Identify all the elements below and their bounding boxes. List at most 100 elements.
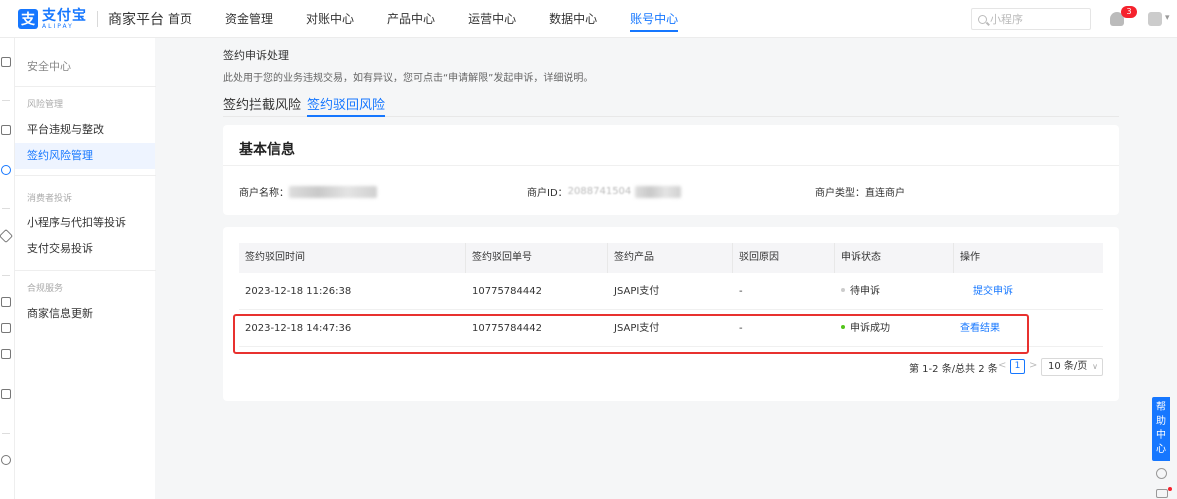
rail-divider [2,208,10,209]
menu-security-center[interactable]: 安全中心 [27,58,71,74]
pagination-next[interactable]: > [1029,360,1037,371]
rail-divider [2,275,10,276]
topnav-reconciliation[interactable]: 对账中心 [306,0,354,38]
user-icon[interactable] [1,455,11,465]
basic-info-card: 基本信息 商户名称： 商户ID： 2088741504 商户类型： 直连商户 [223,125,1119,215]
tab-signing-intercept[interactable]: 签约拦截风险 [223,94,301,117]
column-header-reason: 驳回原因 [733,243,835,273]
document-icon[interactable] [1,125,11,135]
tab-signing-reject[interactable]: 签约驳回风险 [307,94,386,117]
status-text: 待申诉 [850,286,880,297]
alipay-logo[interactable]: 支 支付宝 ALIPAY 商家平台 [18,8,164,30]
menu-item-violations[interactable]: 平台违规与整改 [15,117,155,143]
search-box[interactable] [971,8,1091,30]
table-header: 签约驳回时间 签约驳回单号 签约产品 驳回原因 申诉状态 操作 [239,243,1103,273]
check-icon[interactable] [1,297,11,307]
menu-item-signing-risk[interactable]: 签约风险管理 [15,143,155,169]
table-row: 2023-12-18 14:47:36 10775784442 JSAPI支付 … [239,310,1103,347]
platform-name: 商家平台 [108,12,164,28]
help-char: 中 [1156,430,1166,441]
unread-dot [1168,487,1172,491]
calendar-icon[interactable] [1,323,11,333]
column-header-order-no: 签约驳回单号 [466,243,608,273]
merchant-name-label: 商户名称： [239,188,289,199]
topnav-products[interactable]: 产品中心 [387,0,435,38]
tab-bar: 签约拦截风险 签约驳回风险 [223,90,1119,117]
logo-cn: 支付宝 [42,7,87,24]
message-icon[interactable] [1156,489,1168,498]
menu-item-merchant-info[interactable]: 商家信息更新 [15,301,155,327]
headset-icon[interactable] [1156,468,1167,479]
logo-en: ALIPAY [42,22,74,30]
topnav-data[interactable]: 数据中心 [549,0,597,38]
page-description: 此处用于您的业务违规交易，如有异议，您可点击“申请解限”发起申诉，详细说明。 [223,73,594,84]
status-dot [841,325,845,329]
menu-divider [15,270,156,271]
avatar[interactable] [1148,12,1162,26]
icon-rail [0,38,14,499]
column-header-product: 签约产品 [608,243,733,273]
merchant-id: 商户ID： 2088741504 [527,184,682,199]
row-time: 2023-12-18 14:47:36 [245,323,352,334]
topnav-home[interactable]: 首页 [168,0,192,38]
top-navbar: 支 支付宝 ALIPAY 商家平台 首页 资金管理 对账中心 产品中心 运营中心… [0,0,1177,38]
help-center-button[interactable]: 帮 助 中 心 [1152,397,1170,461]
menu-item-miniapp-complaints[interactable]: 小程序与代扣等投诉 [15,210,155,236]
help-char: 心 [1156,444,1166,455]
merchant-type: 商户类型： 直连商户 [815,184,905,199]
pagination-prev[interactable]: < [998,360,1006,371]
tag-icon[interactable] [0,228,14,244]
logo-text: 支付宝 ALIPAY [42,9,87,30]
page-title: 签约申诉处理 [223,49,289,62]
row-reason: - [739,323,743,334]
status-dot [841,288,845,292]
basic-info-title: 基本信息 [239,142,295,158]
pagination-total: 第 1-2 条/总共 2 条 [909,364,998,375]
card-divider [223,165,1119,166]
table-row: 2023-12-18 11:26:38 10775784442 JSAPI支付 … [239,273,1103,310]
logo-divider [97,11,98,27]
menu-group-compliance: 合规服务 [27,284,64,294]
row-product: JSAPI支付 [614,323,660,334]
view-result-link[interactable]: 查看结果 [954,310,1000,347]
search-input[interactable] [990,12,1080,26]
page-size-select[interactable]: 10 条/页 ∨ [1041,358,1103,376]
pagination-page-1[interactable]: 1 [1010,359,1025,374]
help-char: 帮 [1156,402,1166,413]
merchant-id-redacted [635,185,682,198]
topnav-operations[interactable]: 运营中心 [468,0,516,38]
topnav-account[interactable]: 账号中心 [630,0,679,38]
risk-icon[interactable] [1,165,11,175]
merchant-id-value: 2088741504 [567,186,632,197]
menu-group-complaints: 消费者投诉 [27,194,73,204]
row-time: 2023-12-18 11:26:38 [245,286,352,297]
merchant-type-label: 商户类型： [815,188,865,199]
row-order-no: 10775784442 [472,323,542,334]
merchant-type-value: 直连商户 [865,188,905,199]
column-header-status: 申诉状态 [835,243,954,273]
merchant-id-label: 商户ID： [527,188,568,199]
side-menu: 安全中心 风险管理 平台违规与整改 签约风险管理 消费者投诉 小程序与代扣等投诉… [14,38,156,499]
row-product: JSAPI支付 [614,286,660,297]
card-icon[interactable] [1,349,11,359]
column-header-time: 签约驳回时间 [239,243,466,273]
menu-divider [15,86,156,87]
topnav-funds[interactable]: 资金管理 [225,0,273,38]
submit-appeal-link[interactable]: 提交申诉 [967,273,1013,310]
row-status: 待申诉 [835,273,880,310]
top-nav: 首页 资金管理 对账中心 产品中心 运营中心 数据中心 账号中心 [168,0,711,38]
search-icon [978,14,987,24]
alipay-logo-icon: 支 [18,9,38,29]
menu-group-risk: 风险管理 [27,100,64,110]
chevron-down-icon[interactable]: ▾ [1165,13,1170,23]
menu-item-payment-complaints[interactable]: 支付交易投诉 [15,236,155,262]
row-status: 申诉成功 [835,310,890,347]
row-order-no: 10775784442 [472,286,542,297]
status-text: 申诉成功 [850,323,890,334]
rail-divider [2,433,10,434]
list-icon[interactable] [1,389,11,399]
notification-badge: 3 [1121,6,1137,18]
column-header-action: 操作 [960,252,980,263]
merchant-name: 商户名称： [239,184,377,199]
shield-icon[interactable] [1,57,11,67]
